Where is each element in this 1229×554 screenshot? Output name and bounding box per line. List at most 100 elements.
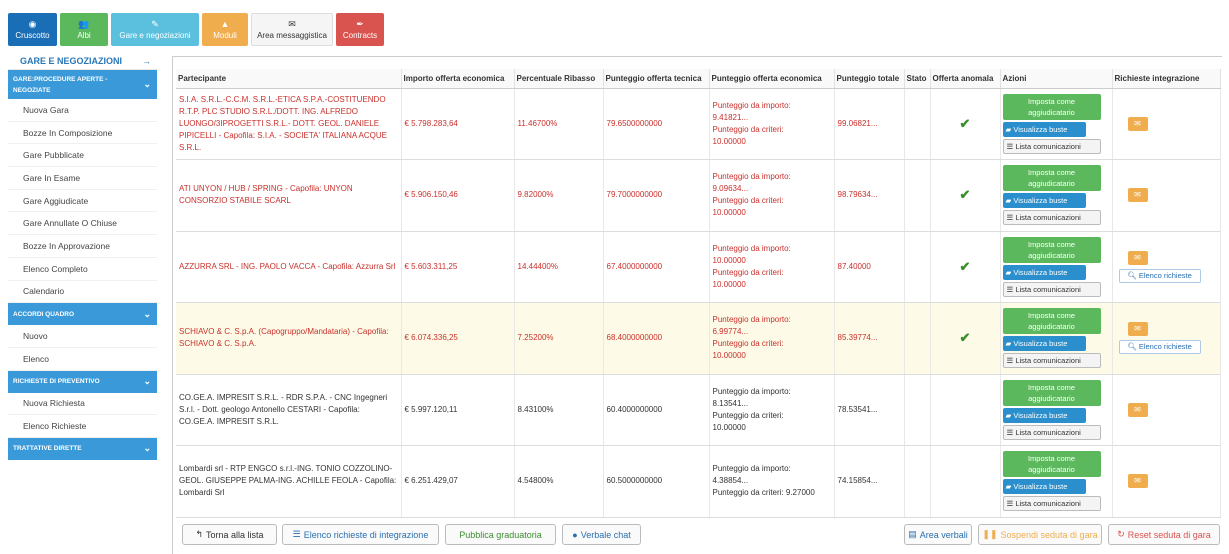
cell-stato xyxy=(904,445,931,518)
envelope-button[interactable]: ✉ xyxy=(1127,474,1148,489)
cell-importo: € 5.798.283,64 xyxy=(401,88,515,160)
column-header[interactable]: Offerta anomala xyxy=(930,69,1001,89)
list-icon: ☰ xyxy=(1006,499,1014,509)
column-header[interactable]: Partecipante xyxy=(176,69,402,89)
button-label: Elenco richieste xyxy=(1138,342,1192,352)
integration-requests-button[interactable]: ☰ Elenco richieste di integrazione xyxy=(282,524,439,545)
sidebar-item-bozze-composizione[interactable]: Bozze In Composizione xyxy=(8,122,157,145)
cell-importo: € 6.251.429,07 xyxy=(401,445,515,518)
minutes-area-button[interactable]: ▤ Area verbali xyxy=(904,524,972,545)
cell-richieste: ✉ xyxy=(1112,374,1221,446)
publish-ranking-button[interactable]: Pubblica graduatoria xyxy=(445,524,556,545)
sidebar-section-gare[interactable]: GARE:PROCEDURE APERTE - NEGOZIATE ⌄ xyxy=(8,70,157,99)
button-label: Lista comunicazioni xyxy=(1015,499,1081,509)
set-winner-button[interactable]: Imposta come aggiudicatario xyxy=(1002,236,1101,263)
request-list-button[interactable]: 🔍︎ Elenco richieste xyxy=(1118,268,1201,283)
cell-ribasso: 11.46700% xyxy=(514,88,604,160)
sidebar-item-bozze-approvazione[interactable]: Bozze In Approvazione xyxy=(8,235,157,258)
nav-contracts[interactable]: ✒ Contracts xyxy=(336,13,384,46)
sidebar-item-elenco-richieste[interactable]: Elenco Richieste xyxy=(8,415,157,438)
sidebar-item-elenco-completo[interactable]: Elenco Completo xyxy=(8,258,157,281)
sidebar-section-accordi-quadro[interactable]: ACCORDI QUADRO ⌄ xyxy=(8,303,157,326)
sidebar-section-richieste-preventivo[interactable]: RICHIESTE DI PREVENTIVO ⌄ xyxy=(8,370,157,393)
economic-score-line: 10.00000 xyxy=(712,255,746,265)
envelope-icon: ✉ xyxy=(1134,252,1141,262)
sidebar-item-gare-aggiudicate[interactable]: Gare Aggiudicate xyxy=(8,190,157,213)
button-label: Elenco richieste di integrazione xyxy=(303,529,429,540)
nav-albi[interactable]: 👥 Albi xyxy=(60,13,108,46)
list-icon: ☰ xyxy=(1006,284,1014,294)
cell-tecnica: 79.6500000000 xyxy=(603,88,710,160)
sidebar-section-trattative-dirette[interactable]: TRATTATIVE DIRETTE ⌄ xyxy=(8,437,157,460)
communications-list-button[interactable]: ☰ Lista comunicazioni xyxy=(1002,424,1101,440)
sidebar-item-nuova-gara[interactable]: Nuova Gara xyxy=(8,99,157,122)
reset-session-button[interactable]: ↻ Reset seduta di gara xyxy=(1108,524,1220,545)
communications-list-button[interactable]: ☰ Lista comunicazioni xyxy=(1002,281,1101,297)
communications-list-button[interactable]: ☰ Lista comunicazioni xyxy=(1002,353,1101,369)
sidebar-item-nuova-richiesta[interactable]: Nuova Richiesta xyxy=(8,393,157,416)
envelope-button[interactable]: ✉ xyxy=(1127,116,1148,131)
sidebar-item-gare-annullate[interactable]: Gare Annullate O Chiuse xyxy=(8,212,157,236)
cell-tecnica: 68.4000000000 xyxy=(603,302,710,375)
nav-label: Contracts xyxy=(342,31,378,40)
sidebar-item-gare-pubblicate[interactable]: Gare Pubblicate xyxy=(8,144,157,168)
cell-ribasso: 7.25200% xyxy=(514,302,604,375)
column-header[interactable]: Stato xyxy=(904,69,931,89)
set-winner-button[interactable]: Imposta come aggiudicatario xyxy=(1002,308,1101,335)
back-to-list-button[interactable]: ↰ Torna alla lista xyxy=(182,524,277,545)
cell-economica: Punteggio da importo: 8.13541... Punteggio… xyxy=(709,374,835,446)
view-envelopes-button[interactable]: ▰ Visualizza buste xyxy=(1002,479,1086,495)
column-header[interactable]: Punteggio offerta economica xyxy=(709,69,835,89)
set-winner-button[interactable]: Imposta come aggiudicatario xyxy=(1002,379,1101,406)
modules-icon: ▲ xyxy=(220,19,230,29)
set-winner-button[interactable]: Imposta come aggiudicatario xyxy=(1002,451,1101,478)
nav-area-messaggistica[interactable]: ✉ Area messaggistica xyxy=(251,13,333,46)
reply-arrow-icon: ↰ xyxy=(195,529,203,539)
nav-moduli[interactable]: ▲ Moduli xyxy=(202,13,248,46)
nav-cruscotto[interactable]: ◉ Cruscotto xyxy=(8,13,57,46)
pen-icon: ✒ xyxy=(356,19,364,29)
envelope-button[interactable]: ✉ xyxy=(1127,188,1148,203)
cell-economica: Punteggio da importo: 9.41821... Punteggio… xyxy=(709,88,835,160)
view-envelopes-button[interactable]: ▰ Visualizza buste xyxy=(1002,407,1086,423)
communications-list-button[interactable]: ☰ Lista comunicazioni xyxy=(1002,210,1101,226)
sidebar-item-nuovo[interactable]: Nuovo xyxy=(8,325,157,348)
sidebar-item-calendario[interactable]: Calendario xyxy=(8,281,157,304)
request-list-button[interactable]: 🔍︎ Elenco richieste xyxy=(1118,340,1201,355)
table-row: S.I.A. S.R.L.-C.C.M. S.R.L.-ETICA S.P.A.… xyxy=(176,88,1221,160)
sidebar-header[interactable]: GARE E NEGOZIAZIONI → xyxy=(8,53,157,70)
economic-score-line: 10.00000 xyxy=(712,279,746,289)
column-header[interactable]: Punteggio totale xyxy=(834,69,905,89)
column-header[interactable]: Punteggio offerta tecnica xyxy=(603,69,710,89)
communications-list-button[interactable]: ☰ Lista comunicazioni xyxy=(1002,496,1101,512)
view-envelopes-button[interactable]: ▰ Visualizza buste xyxy=(1002,121,1086,137)
cell-totale: 74.15854... xyxy=(834,445,905,518)
gavel-icon: ✎ xyxy=(151,19,159,29)
dashboard-icon: ◉ xyxy=(28,19,37,29)
cell-partecipante: Lombardi srl - RTP ENGCO s.r.l.-ING. TON… xyxy=(176,445,402,518)
economic-score-line: Punteggio da criteri: xyxy=(712,267,784,277)
column-header[interactable]: Percentuale Ribasso xyxy=(514,69,604,89)
cell-economica: Punteggio da importo: 10.00000 Punteggio d… xyxy=(709,231,835,303)
view-envelopes-button[interactable]: ▰ Visualizza buste xyxy=(1002,336,1086,352)
set-winner-button[interactable]: Imposta come aggiudicatario xyxy=(1002,93,1101,120)
set-winner-button[interactable]: Imposta come aggiudicatario xyxy=(1002,165,1101,192)
envelope-button[interactable]: ✉ xyxy=(1127,322,1148,337)
communications-list-button[interactable]: ☰ Lista comunicazioni xyxy=(1002,138,1101,154)
cell-partecipante: ATI UNYON / HUB / SPRING - Capofila: UNY… xyxy=(176,159,402,232)
list-icon: ☰ xyxy=(292,529,301,539)
envelope-button[interactable]: ✉ xyxy=(1127,402,1148,417)
view-envelopes-button[interactable]: ▰ Visualizza buste xyxy=(1002,193,1086,209)
sidebar-item-elenco[interactable]: Elenco xyxy=(8,348,157,371)
button-label: Reset seduta di gara xyxy=(1127,529,1211,540)
suspend-session-button[interactable]: ❚❚ Sospendi seduta di gara xyxy=(978,524,1102,545)
envelope-button[interactable]: ✉ xyxy=(1127,250,1148,265)
nav-gare-e-negoziazioni[interactable]: ✎ Gare e negoziazioni xyxy=(111,13,199,46)
button-label: Lista comunicazioni xyxy=(1015,284,1081,294)
sidebar-item-gare-in-esame[interactable]: Gare In Esame xyxy=(8,167,157,190)
economic-score-line: Punteggio da criteri: 9.27000 xyxy=(712,488,815,498)
view-envelopes-button[interactable]: ▰ Visualizza buste xyxy=(1002,264,1086,280)
chat-minutes-button[interactable]: ● Verbale chat xyxy=(562,524,641,545)
list-icon: ☰ xyxy=(1006,427,1014,437)
column-header[interactable]: Importo offerta economica xyxy=(401,69,515,89)
